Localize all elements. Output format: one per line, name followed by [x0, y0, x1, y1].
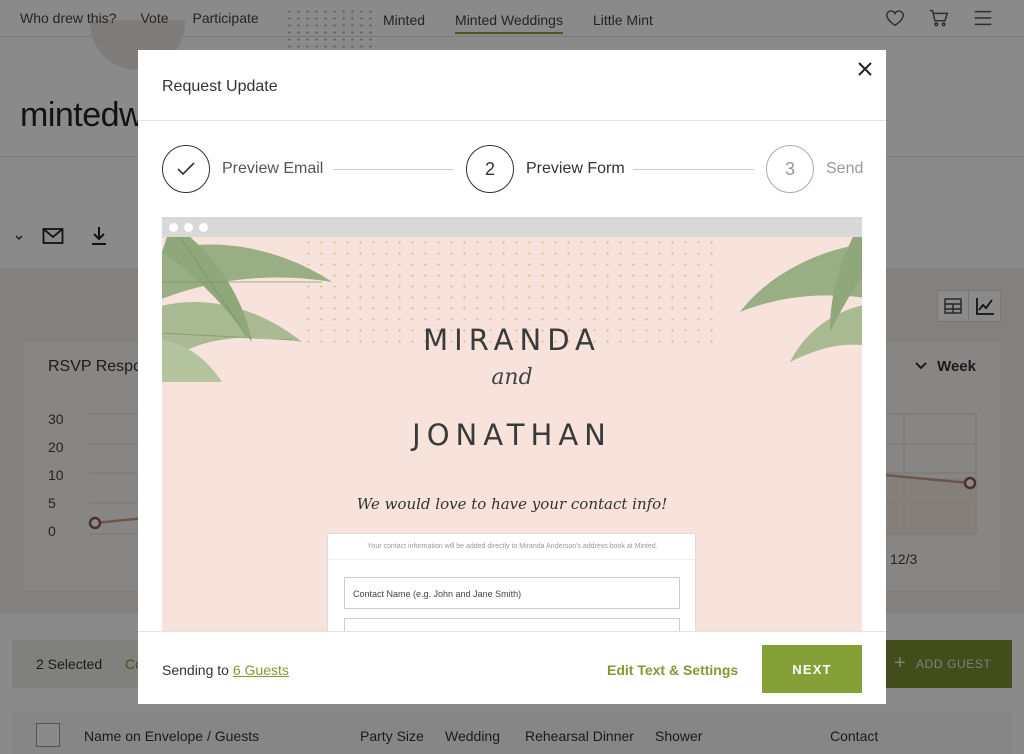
- close-button[interactable]: [852, 56, 878, 82]
- modal-header: Request Update: [138, 50, 886, 121]
- step-2-label: Preview Form: [526, 160, 625, 177]
- form-note: Your contact information will be added d…: [367, 543, 658, 550]
- couple-name-1: MIRANDA: [423, 323, 601, 357]
- step-connector: [633, 169, 754, 170]
- couple-joiner: and: [491, 365, 533, 390]
- step-3-circle: 3: [766, 145, 814, 193]
- guests-link[interactable]: 6 Guests: [233, 662, 289, 678]
- close-icon: [858, 62, 872, 76]
- edit-text-settings-link[interactable]: Edit Text & Settings: [607, 662, 738, 678]
- check-icon: [177, 162, 195, 176]
- request-update-modal: Request Update Preview Email 2 Preview F…: [138, 50, 886, 704]
- step-2-circle: 2: [466, 145, 514, 193]
- sending-to-text: Sending to 6 Guests: [162, 662, 289, 678]
- sending-prefix: Sending to: [162, 662, 233, 678]
- palm-leaf-left-illustration: [162, 222, 332, 382]
- contact-form-card: Your contact information will be added d…: [327, 533, 696, 637]
- step-1-label: Preview Email: [222, 160, 324, 177]
- couple-name-2: JONATHAN: [412, 418, 612, 452]
- form-preview: MIRANDA and JONATHAN We would love to ha…: [162, 217, 862, 637]
- modal-title: Request Update: [162, 78, 278, 95]
- step-1-circle: [162, 145, 210, 193]
- stepper: Preview Email 2 Preview Form 3 Send: [162, 145, 864, 193]
- next-button[interactable]: NEXT: [762, 645, 862, 693]
- preview-tagline: We would love to have your contact info!: [356, 495, 668, 513]
- modal-footer: Sending to 6 Guests Edit Text & Settings…: [138, 631, 886, 704]
- contact-name-field[interactable]: Contact Name (e.g. John and Jane Smith): [344, 577, 680, 609]
- step-connector: [333, 169, 454, 170]
- step-3-label: Send: [826, 160, 864, 177]
- browser-frame-bar: [162, 217, 862, 237]
